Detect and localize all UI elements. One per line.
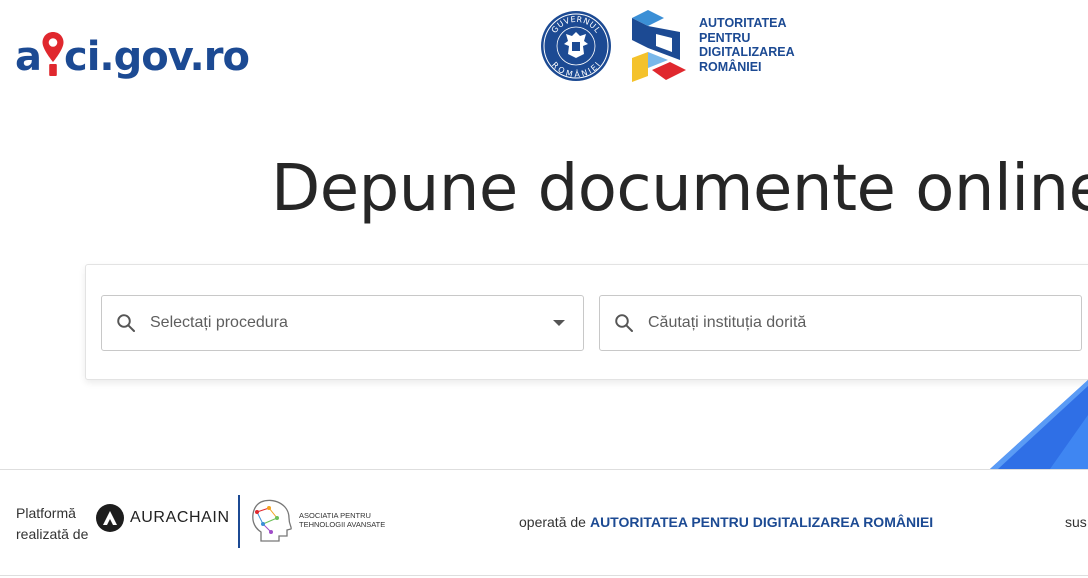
atp-text: ASOCIATIA PENTRU TEHNOLOGII AVANSATE bbox=[299, 511, 385, 529]
operated-by: operată de AUTORITATEA PENTRU DIGITALIZAR… bbox=[519, 514, 933, 530]
platform-line-1: Platformă bbox=[16, 505, 76, 521]
operator-link[interactable]: AUTORITATEA PENTRU DIGITALIZAREA ROMÂNIE… bbox=[590, 514, 933, 530]
adr-line-3: DIGITALIZAREA bbox=[699, 45, 795, 59]
adr-logo-text[interactable]: AUTORITATEA PENTRU DIGITALIZAREA ROMÂNIE… bbox=[699, 16, 795, 74]
footer-divider-bottom bbox=[0, 575, 1088, 576]
site-logo[interactable]: a ci.gov.ro bbox=[15, 17, 250, 80]
institution-search[interactable] bbox=[599, 295, 1082, 351]
adr-line-2: PENTRU bbox=[699, 30, 751, 45]
operated-prefix: operată de bbox=[519, 514, 586, 530]
atp-logo[interactable]: ASOCIATIA PENTRU TEHNOLOGII AVANSATE bbox=[249, 498, 385, 542]
adr-cube-icon bbox=[632, 10, 686, 82]
coat-of-arms-icon: GUVERNUL ROMÂNIEI bbox=[541, 11, 611, 81]
government-seal[interactable]: GUVERNUL ROMÂNIEI bbox=[540, 10, 612, 82]
chevron-down-icon[interactable] bbox=[553, 320, 565, 326]
map-pin-icon bbox=[42, 31, 64, 77]
procedure-select[interactable] bbox=[101, 295, 584, 351]
footer-divider-top bbox=[0, 469, 1088, 470]
aurachain-logo[interactable]: AURACHAIN bbox=[95, 503, 230, 533]
platform-credit: Platformă realizată de bbox=[16, 503, 88, 545]
logo-text-domain: ci.gov.ro bbox=[64, 34, 250, 80]
search-icon bbox=[117, 314, 135, 332]
adr-line-4: ROMÂNIEI bbox=[699, 59, 762, 74]
institution-input[interactable] bbox=[648, 296, 1081, 350]
supported-by-partial: sus bbox=[1065, 514, 1087, 530]
atp-line-1: ASOCIATIA PENTRU bbox=[299, 511, 371, 520]
aurachain-icon bbox=[96, 504, 124, 532]
head-network-icon bbox=[252, 499, 292, 542]
aurachain-text: AURACHAIN bbox=[130, 509, 230, 526]
decorative-corner-shape bbox=[990, 380, 1088, 469]
search-card bbox=[85, 264, 1088, 380]
adr-line-1: AUTORITATEA bbox=[699, 16, 787, 30]
page-title: Depune documente online bbox=[271, 152, 1088, 226]
adr-logo-mark[interactable] bbox=[626, 10, 690, 82]
search-icon bbox=[615, 314, 633, 332]
footer-vertical-divider bbox=[238, 495, 240, 548]
procedure-input[interactable] bbox=[150, 296, 553, 350]
atp-line-2: TEHNOLOGII AVANSATE bbox=[299, 520, 386, 529]
logo-text-a: a bbox=[15, 34, 42, 80]
platform-line-2: realizată de bbox=[16, 526, 89, 542]
